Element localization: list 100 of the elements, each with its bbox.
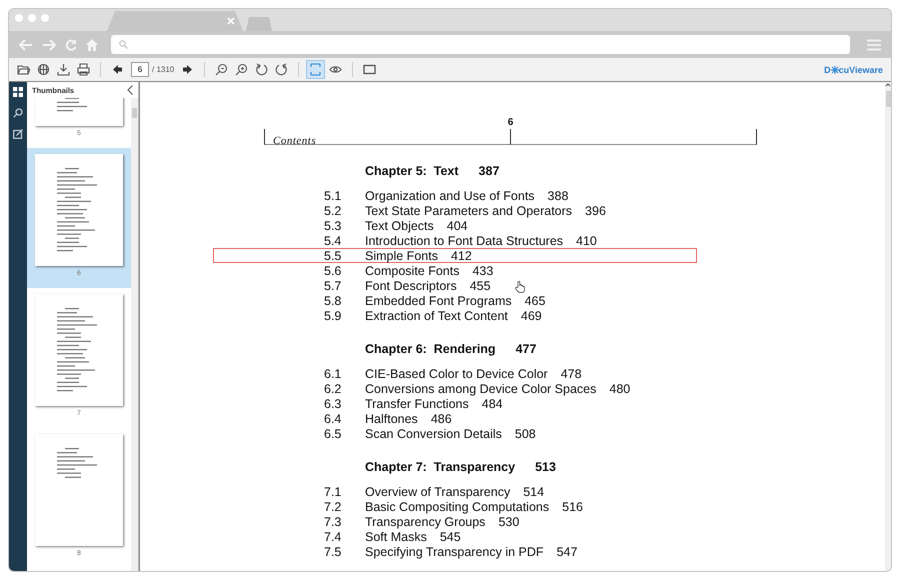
web-icon: [37, 63, 50, 76]
window-dot[interactable]: [41, 14, 49, 22]
collapse-icon[interactable]: [127, 85, 133, 95]
scrollbar-track[interactable]: [885, 82, 891, 571]
section-page: 516: [562, 500, 583, 514]
section-number: 7.1: [324, 484, 342, 498]
section-number: 6.5: [324, 426, 342, 440]
next-icon: [181, 63, 194, 76]
chapter-page: 513: [535, 460, 556, 476]
rotate-left-button[interactable]: [253, 61, 270, 78]
section-number: 6.1: [324, 366, 342, 380]
section-title: Scan Conversion Details: [365, 426, 502, 440]
page-total: / 1310: [152, 65, 174, 74]
logo-text: cuVieware: [838, 64, 883, 74]
chapter-title: Chapter 6: Rendering: [365, 342, 496, 358]
toc-entry[interactable]: 6.1 CIE-Based Color to Device Color 478: [213, 366, 697, 381]
fit-width-icon: [309, 63, 322, 76]
section-title: Embedded Font Programs: [365, 294, 512, 308]
address-field[interactable]: [111, 35, 850, 54]
search-tool[interactable]: [12, 107, 24, 119]
prev-icon: [111, 63, 124, 76]
page-number: 6: [506, 117, 514, 129]
section-title: Transfer Functions: [365, 396, 469, 410]
section-page: 480: [609, 382, 630, 396]
section-number: 7.2: [324, 500, 342, 514]
toc-entry[interactable]: 6.2 Conversions among Device Color Spaces 480: [213, 381, 697, 396]
pointer-hand-icon: [515, 281, 525, 293]
section-number: 7.3: [324, 514, 342, 528]
section-number: 5.1: [324, 188, 342, 202]
chapter-title: Chapter 7: Transparency: [365, 460, 516, 476]
annotate-tool[interactable]: [12, 128, 24, 140]
section-page: 486: [430, 412, 452, 426]
section-page: 547: [556, 544, 578, 558]
toc-entry[interactable]: 7.5 Specifying Transparency in PDF 547: [213, 544, 697, 559]
section-title: Specifying Transparency in PDF: [365, 544, 544, 558]
section-number: 5.2: [324, 204, 342, 218]
toc-entry[interactable]: 6.3 Transfer Functions 484: [213, 396, 697, 411]
section-title: Introduction to Font Data Structures: [365, 234, 564, 248]
section-page: 508: [514, 426, 536, 440]
section-page: 433: [472, 264, 494, 278]
section-number: 5.3: [324, 218, 342, 232]
download-button[interactable]: [55, 61, 72, 78]
fit-width-button[interactable]: [307, 61, 324, 78]
section-number: 6.2: [324, 382, 342, 396]
chapter-page: 387: [478, 164, 500, 180]
toc-entry[interactable]: 5.9 Extraction of Text Content 469: [213, 308, 697, 323]
section-number: 7.4: [324, 530, 342, 544]
section-page: 412: [450, 248, 472, 262]
section-number: 5.8: [324, 294, 342, 308]
chapter-title: Chapter 5: Text: [365, 164, 459, 180]
toc-entry[interactable]: 5.2 Text State Parameters and Operators 396: [213, 203, 697, 218]
rotate-left-icon: [255, 63, 268, 76]
section-title: Composite Fonts: [365, 264, 460, 278]
toc-entry[interactable]: 5.1 Organization and Use of Fonts 388: [213, 188, 697, 203]
toc-entry[interactable]: 5.6 Composite Fonts 433: [213, 263, 697, 278]
toc-entry[interactable]: 6.5 Scan Conversion Details 508: [213, 426, 697, 441]
section-page: 469: [520, 308, 542, 322]
section-page: 465: [524, 294, 546, 308]
section-title: Soft Masks: [365, 530, 427, 544]
toc-entry[interactable]: 5.7 Font Descriptors 455: [213, 278, 697, 293]
zoom-in-icon: [235, 63, 248, 76]
scroll-up-icon[interactable]: [885, 82, 891, 88]
window-dot[interactable]: [28, 14, 36, 22]
scrollbar-track[interactable]: [131, 98, 138, 571]
snowflake-icon: [830, 66, 839, 74]
section-title: Organization and Use of Fonts: [365, 188, 535, 202]
download-icon: [57, 63, 70, 76]
toc-entry[interactable]: 7.2 Basic Compositing Computations 516: [213, 499, 697, 514]
toc-entry[interactable]: 7.4 Soft Masks 545: [213, 529, 697, 544]
section-page: 404: [446, 218, 468, 232]
section-number: 7.5: [324, 544, 342, 558]
section-page: 530: [498, 514, 520, 528]
window-dot[interactable]: [15, 14, 23, 22]
section-title: Text State Parameters and Operators: [365, 204, 572, 218]
section-number: 6.3: [324, 396, 342, 410]
section-number: 5.7: [324, 278, 342, 292]
section-page: 514: [523, 484, 544, 498]
toc-entry[interactable]: 6.4 Halftones 486: [213, 411, 697, 426]
web-button[interactable]: [35, 61, 52, 78]
thumbnails-tool[interactable]: [12, 86, 24, 98]
section-page: 545: [440, 530, 461, 544]
section-number: 5.9: [324, 308, 342, 322]
toc-entry[interactable]: 7.1 Overview of Transparency 514: [213, 484, 697, 499]
section-number: 6.4: [324, 412, 342, 426]
toc-entry[interactable]: 5.3 Text Objects 404: [213, 218, 697, 233]
toc-entry[interactable]: 5.5 Simple Fonts 412: [213, 248, 697, 263]
section-page: 455: [470, 278, 491, 292]
section-page: 396: [585, 204, 606, 218]
scroll-thumb[interactable]: [132, 108, 137, 118]
toc-entry[interactable]: 5.8 Embedded Font Programs 465: [213, 293, 697, 308]
rotate-right-icon: [275, 63, 288, 76]
section-page: 388: [548, 188, 568, 202]
section-page: 410: [576, 234, 597, 248]
toc-entry[interactable]: 7.3 Transparency Groups 530: [213, 514, 697, 529]
section-title: Overview of Transparency: [365, 484, 510, 498]
section-page: 478: [560, 366, 582, 380]
scroll-thumb[interactable]: [886, 91, 890, 107]
print-button[interactable]: [75, 61, 92, 78]
page-number-field[interactable]: 6: [131, 62, 149, 77]
toc-entry[interactable]: 5.4 Introduction to Font Data Structures 410: [213, 233, 697, 248]
